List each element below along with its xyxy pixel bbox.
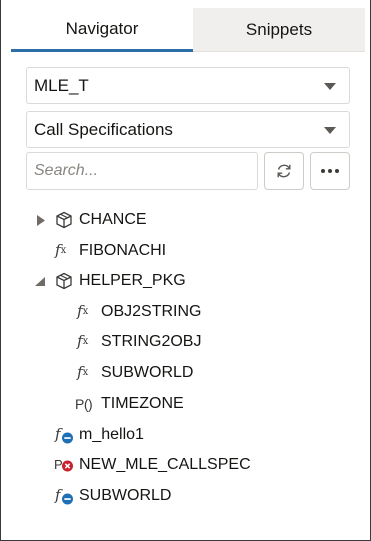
tree-node-m-hello1[interactable]: f m_hello1 [1, 420, 371, 450]
chevron-down-icon [324, 83, 336, 90]
tree-node-label: m_hello1 [79, 426, 144, 443]
svg-text:P: P [54, 457, 63, 472]
tree-node-timezone[interactable]: P() TIMEZONE [1, 389, 371, 419]
svg-text:f: f [54, 425, 63, 443]
tab-navigator[interactable]: Navigator [11, 8, 193, 52]
procedure-error-icon: P [54, 457, 73, 472]
function-fx-icon: fx [55, 241, 67, 259]
tree-node-chance[interactable]: CHANCE [1, 205, 371, 235]
object-type-select[interactable]: Call Specifications [26, 111, 350, 148]
function-blue-badge-icon: f [54, 425, 73, 444]
function-fx-icon: fx [77, 302, 89, 320]
refresh-icon [277, 164, 291, 178]
tree-node-label: SUBWORLD [79, 487, 172, 504]
tree-node-label: OBJ2STRING [101, 303, 202, 320]
function-fx-icon: fx [77, 363, 89, 381]
tree-node-subworld[interactable]: f SUBWORLD [1, 481, 371, 511]
schema-select[interactable]: MLE_T [26, 67, 350, 104]
package-cube-icon [56, 272, 72, 290]
tree-node-label: CHANCE [79, 211, 147, 228]
tree-node-new-mle-callspec[interactable]: P NEW_MLE_CALLSPEC [1, 450, 371, 480]
svg-text:f: f [54, 486, 63, 504]
ellipsis-icon [321, 169, 339, 173]
tree-node-label: HELPER_PKG [79, 272, 186, 289]
tree-node-label: NEW_MLE_CALLSPEC [79, 456, 251, 473]
navigator-panel: Navigator Snippets MLE_T Call Specificat… [0, 0, 371, 541]
tree-node-label: TIMEZONE [101, 395, 184, 412]
procedure-icon: P() [75, 396, 93, 412]
tree-node-helper-pkg[interactable]: HELPER_PKG [1, 266, 371, 296]
tree-node-fibonachi[interactable]: fx FIBONACHI [1, 236, 371, 266]
tab-snippets[interactable]: Snippets [193, 8, 365, 52]
package-cube-icon [56, 211, 72, 229]
search-input[interactable] [26, 152, 258, 190]
tree-node-string2obj[interactable]: fx STRING2OBJ [1, 327, 371, 357]
tree-node-obj2string[interactable]: fx OBJ2STRING [1, 297, 371, 327]
chevron-down-icon [324, 127, 336, 134]
function-fx-icon: fx [77, 332, 89, 350]
object-type-select-value: Call Specifications [34, 119, 173, 139]
tree-node-label: SUBWORLD [101, 364, 194, 381]
tree-node-subworld-child[interactable]: fx SUBWORLD [1, 358, 371, 388]
expand-right-icon[interactable] [37, 215, 45, 226]
more-actions-button[interactable] [310, 152, 350, 190]
collapse-down-icon[interactable] [35, 277, 45, 286]
tree-node-label: FIBONACHI [79, 242, 167, 259]
function-blue-badge-icon: f [54, 486, 73, 505]
tab-strip: Navigator Snippets [11, 8, 365, 52]
tree-node-label: STRING2OBJ [101, 333, 202, 350]
refresh-button[interactable] [264, 152, 304, 190]
schema-select-value: MLE_T [34, 75, 89, 95]
